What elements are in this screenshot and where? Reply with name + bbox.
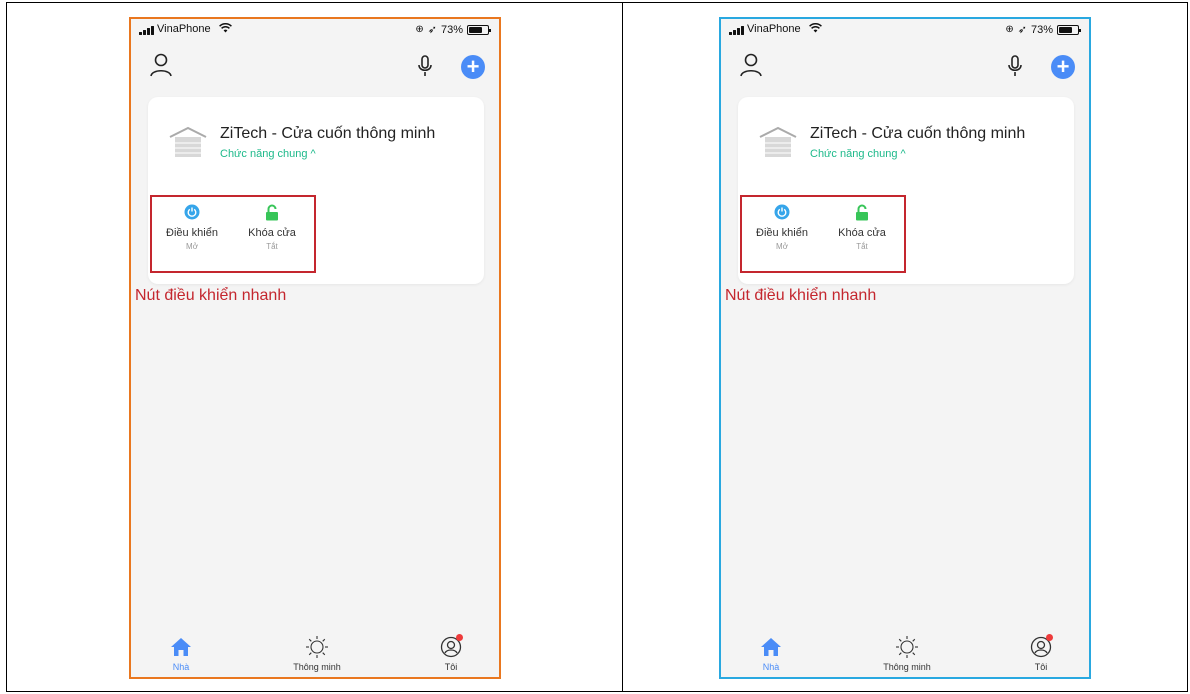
device-category-toggle[interactable]: Chức năng chung ^ [810,148,906,160]
device-name[interactable]: ZiTech - Cửa cuốn thông minh [810,125,1025,143]
device-card[interactable]: ZiTech - Cửa cuốn thông minh Chức năng c… [148,97,484,284]
power-icon [774,204,790,220]
notification-dot [1046,634,1053,641]
quick-action-label: Khóa cửa [248,227,296,239]
status-bar: VinaPhone ⊕ ➶ 73% [721,19,1089,41]
lock-icon [856,204,868,220]
wifi-icon [219,23,232,36]
tab-home[interactable]: Nhà [726,634,816,672]
tab-smart[interactable]: Thông minh [862,634,952,672]
location-icon: ➶ [1017,24,1027,36]
microphone-icon[interactable] [1007,55,1023,77]
phone-screenshot-right: VinaPhone ⊕ ➶ 73% + ZiTech - Cửa cuốn th… [719,17,1091,679]
tab-label: Nhà [762,662,780,672]
microphone-icon[interactable] [417,55,433,77]
garage-door-icon [169,126,207,157]
quick-action-label: Điều khiển [756,227,808,239]
quick-control-highlight: Điều khiển Mở Khóa cửa Tắt [740,195,906,273]
tab-label: Thông minh [293,662,341,672]
annotation-caption: Nút điều khiển nhanh [135,287,287,304]
battery-percent: 73% [440,23,463,36]
add-device-button[interactable]: + [461,55,485,79]
signal-icon [729,26,745,35]
home-icon [171,638,191,656]
signal-icon [139,26,155,35]
quick-action-lock[interactable]: Khóa cửa Tắt [822,203,902,251]
tab-label: Thông minh [883,662,931,672]
quick-action-control[interactable]: Điều khiển Mở [152,203,232,251]
quick-action-label: Khóa cửa [838,227,886,239]
user-icon[interactable] [739,52,763,78]
tab-smart[interactable]: Thông minh [272,634,362,672]
home-icon [761,638,781,656]
sun-icon [306,636,328,658]
lock-icon [266,204,278,220]
bottom-tab-bar: Nhà Thông minh Tôi [721,631,1089,677]
quick-control-highlight: Điều khiển Mở Khóa cửa Tắt [150,195,316,273]
quick-action-lock[interactable]: Khóa cửa Tắt [232,203,312,251]
document-table-divider [622,2,623,692]
annotation-caption: Nút điều khiển nhanh [725,287,877,304]
tab-me[interactable]: Tôi [406,634,496,672]
quick-action-control[interactable]: Điều khiển Mở [742,203,822,251]
add-device-button[interactable]: + [1051,55,1075,79]
tab-home[interactable]: Nhà [136,634,226,672]
battery-icon [467,24,491,35]
status-bar: VinaPhone ⊕ ➶ 73% [131,19,499,41]
wifi-icon [809,23,822,36]
rotation-lock-icon: ⊕ [1005,24,1014,35]
tab-label: Tôi [444,662,458,672]
carrier-name: VinaPhone [157,23,211,35]
sun-icon [896,636,918,658]
quick-action-state: Mở [776,242,788,251]
quick-action-label: Điều khiển [166,227,218,239]
rotation-lock-icon: ⊕ [415,24,424,35]
tab-label: Nhà [172,662,190,672]
battery-icon [1057,24,1081,35]
device-card[interactable]: ZiTech - Cửa cuốn thông minh Chức năng c… [738,97,1074,284]
user-icon[interactable] [149,52,173,78]
device-name[interactable]: ZiTech - Cửa cuốn thông minh [220,125,435,143]
power-icon [184,204,200,220]
bottom-tab-bar: Nhà Thông minh Tôi [131,631,499,677]
quick-action-state: Mở [186,242,198,251]
battery-percent: 73% [1030,23,1053,36]
location-icon: ➶ [427,24,437,36]
carrier-name: VinaPhone [747,23,801,35]
quick-action-state: Tắt [266,242,278,251]
device-category-toggle[interactable]: Chức năng chung ^ [220,148,316,160]
garage-door-icon [759,126,797,157]
quick-action-state: Tắt [856,242,868,251]
tab-label: Tôi [1034,662,1048,672]
tab-me[interactable]: Tôi [996,634,1086,672]
phone-screenshot-left: VinaPhone ⊕ ➶ 73% + ZiTech - Cửa cuốn th… [129,17,501,679]
notification-dot [456,634,463,641]
